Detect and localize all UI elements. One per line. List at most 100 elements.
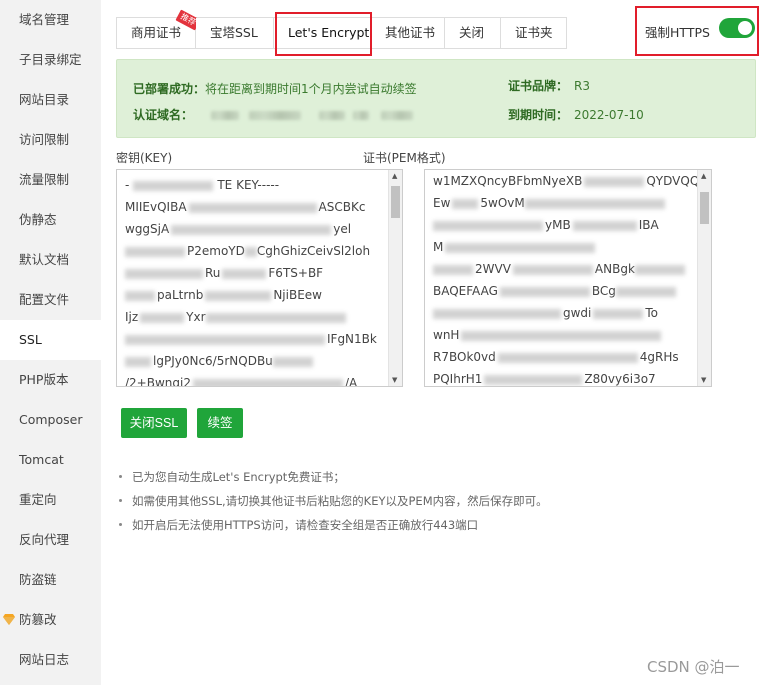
sidebar-item-tomcat[interactable]: Tomcat [0, 440, 101, 480]
cert-line: yMB IBA [425, 214, 711, 236]
sidebar-item-ssl[interactable]: SSL [0, 320, 101, 360]
sidebar-item-label: 防篡改 [19, 612, 57, 627]
cert-label: 证书(PEM格式) [363, 151, 446, 165]
watermark: CSDN @泊一 [647, 658, 740, 676]
key-fragment: Yxr [186, 310, 206, 324]
sidebar-item-label: 网站目录 [19, 92, 70, 107]
sidebar-item-tamper-proof[interactable]: 防篡改 [0, 600, 101, 640]
sidebar-item-site-dir[interactable]: 网站目录 [0, 80, 101, 120]
sidebar-item-default-doc[interactable]: 默认文档 [0, 240, 101, 280]
tab-baota-ssl[interactable]: 宝塔SSL [196, 18, 274, 48]
cert-fragment: ANBgk [594, 262, 635, 276]
scroll-up-icon[interactable]: ▲ [701, 172, 706, 180]
cert-line: R7BOk0vd 4gRHs [433, 350, 679, 364]
sidebar-item-traffic-limit[interactable]: 流量限制 [0, 160, 101, 200]
tab-label: 关闭 [459, 25, 485, 40]
key-fragment: P2emoYD [187, 244, 245, 258]
tab-other-cert[interactable]: 其他证书 [371, 18, 445, 48]
sidebar-item-label: 伪静态 [19, 212, 57, 227]
cert-textarea[interactable]: w1MZXQncyBFbmNyeXB QYDVQQD Ew 5wOvM yMB IBA… [424, 169, 712, 387]
key-fragment: lgPJy0Nc6/5rNQDBu [153, 354, 273, 368]
tab-commercial-cert[interactable]: 商用证书 推荐 [117, 9, 201, 48]
key-fragment: IFgN1Bk [327, 332, 377, 346]
key-line: P2emoYD CghGhizCeivSl2loh [117, 240, 402, 262]
key-line: lgPJy0Nc6/5rNQDBu [117, 350, 402, 372]
tab-label: 商用证书 [131, 25, 182, 40]
cert-fragment: yMB [545, 218, 571, 232]
scroll-thumb[interactable] [700, 192, 709, 224]
sidebar-item-hotlink[interactable]: 防盗链 [0, 560, 101, 600]
sidebar-item-label: 子目录绑定 [19, 52, 82, 67]
sidebar-item-reverse-proxy[interactable]: 反向代理 [0, 520, 101, 560]
sidebar-item-subdir[interactable]: 子目录绑定 [0, 40, 101, 80]
sidebar-item-label: 访问限制 [19, 132, 70, 147]
sidebar-item-site-log[interactable]: 网站日志 [0, 640, 101, 680]
key-fragment: TE KEY----- [217, 178, 280, 192]
deploy-status-label: 已部署成功： [133, 82, 206, 96]
sidebar-item-domain[interactable]: 域名管理 [0, 0, 101, 40]
key-textarea[interactable]: - TE KEY----- MIIEvQIBA ASCBKc wggSjA yel P… [116, 169, 403, 387]
tab-lets-encrypt[interactable]: Let's Encrypt [274, 18, 371, 48]
cert-brand-label: 证书品牌： [508, 79, 569, 93]
cert-brand: 证书品牌： R3 [508, 77, 590, 94]
key-line: paLtrnb NjiBEew [117, 284, 402, 306]
cert-line: 2WVV ANBgk [425, 258, 711, 280]
sidebar-item-label: 配置文件 [19, 292, 70, 307]
bullet-icon [119, 475, 122, 478]
cert-fragment: BCg [591, 284, 616, 298]
tab-label: 其他证书 [385, 25, 436, 40]
cert-scrollbar[interactable]: ▲ ▼ [697, 170, 711, 386]
sidebar-item-label: 网站日志 [19, 652, 70, 667]
key-scrollbar[interactable]: ▲ ▼ [388, 170, 402, 386]
renew-button[interactable]: 续签 [197, 408, 243, 438]
tip-item: 已为您自动生成Let's Encrypt免费证书； [119, 465, 548, 489]
force-https-toggle[interactable] [719, 18, 755, 38]
sidebar-item-php-version[interactable]: PHP版本 [0, 360, 101, 400]
tab-cert-folder[interactable]: 证书夹 [501, 18, 567, 48]
key-label: 密钥(KEY) [116, 151, 173, 165]
cert-line: wnH [425, 324, 711, 346]
sidebar-item-rewrite[interactable]: 伪静态 [0, 200, 101, 240]
cert-status-panel: 已部署成功：将在距离到期时间1个月内尝试自动续签 认证域名： 证书品牌： R3 到… [116, 59, 756, 138]
sidebar-item-redirect[interactable]: 重定向 [0, 480, 101, 520]
sidebar-item-label: 域名管理 [19, 12, 70, 27]
scroll-down-icon[interactable]: ▼ [392, 376, 397, 384]
key-fragment: F6TS+BF [268, 266, 324, 280]
tab-label: 证书夹 [515, 25, 553, 40]
deploy-status-value: 将在距离到期时间1个月内尝试自动续签 [205, 82, 417, 96]
cert-fragment: gwdi [563, 306, 592, 320]
key-fragment: paLtrnb [157, 288, 204, 302]
scroll-thumb[interactable] [391, 186, 400, 218]
key-fragment: ASCBKc [318, 200, 366, 214]
scroll-up-icon[interactable]: ▲ [392, 172, 397, 180]
tip-item: 如需使用其他SSL,请切换其他证书后粘贴您的KEY以及PEM内容，然后保存即可。 [119, 489, 548, 513]
cert-fragment: Z80vy6i3o7 [584, 372, 656, 386]
key-content: - TE KEY----- MIIEvQIBA ASCBKc wggSjA yel P… [117, 170, 402, 387]
cert-line: PQIhrH1 Z80vy6i3o7 [433, 372, 656, 386]
key-line: MIIEvQIBA ASCBKc [125, 200, 366, 214]
force-https-label: 强制HTTPS [645, 25, 710, 40]
sidebar-item-access-limit[interactable]: 访问限制 [0, 120, 101, 160]
key-fragment: /2+Bwnqi2 [125, 376, 191, 387]
sidebar-item-label: PHP版本 [19, 372, 69, 387]
key-fragment: yel [333, 222, 352, 236]
sidebar: 域名管理 子目录绑定 网站目录 访问限制 流量限制 伪静态 默认文档 配置文件 … [0, 0, 101, 685]
cert-line: BAQEFAAG BCg [425, 280, 711, 302]
cert-fragment: 2WVV [475, 262, 511, 276]
redacted-text [318, 111, 345, 120]
scroll-down-icon[interactable]: ▼ [701, 376, 706, 384]
tab-close[interactable]: 关闭 [445, 18, 501, 48]
key-line: IFgN1Bk [117, 328, 402, 350]
key-line: wggSjA yel [125, 222, 352, 236]
redacted-text [381, 111, 414, 120]
sidebar-item-label: 流量限制 [19, 172, 70, 187]
key-fragment: NjiBEew [273, 288, 322, 302]
sidebar-item-composer[interactable]: Composer [0, 400, 101, 440]
close-ssl-button[interactable]: 关闭SSL [121, 408, 187, 438]
ssl-panel: 商用证书 推荐 宝塔SSL Let's Encrypt 其他证书 关闭 证书夹 … [101, 0, 772, 685]
cert-brand-value: R3 [574, 79, 590, 93]
key-line: - TE KEY----- [125, 178, 280, 192]
key-line: Ru F6TS+BF [117, 262, 402, 284]
sidebar-item-config-file[interactable]: 配置文件 [0, 280, 101, 320]
deploy-status: 已部署成功：将在距离到期时间1个月内尝试自动续签 [133, 80, 417, 97]
